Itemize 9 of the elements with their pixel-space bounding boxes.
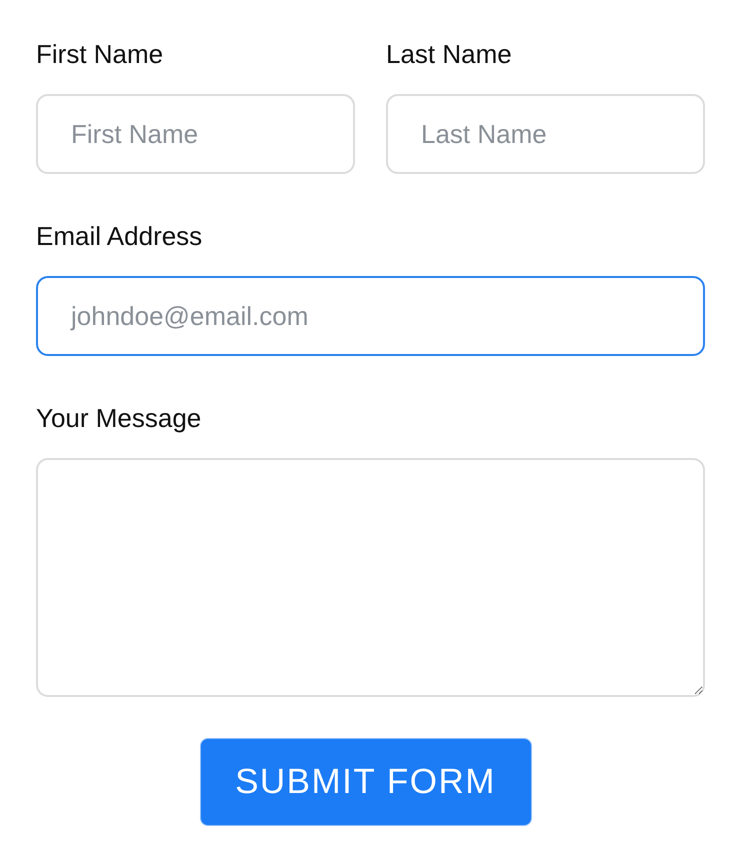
text-input-field[interactable]: First Name bbox=[36, 94, 355, 174]
field-label: First Name bbox=[36, 38, 164, 71]
field-label: Email Address bbox=[36, 220, 204, 253]
email-input-field[interactable]: johndoe@email.com bbox=[36, 276, 705, 356]
message-textarea[interactable] bbox=[36, 458, 705, 697]
field-label: Your Message bbox=[36, 402, 202, 435]
submit-button[interactable]: SUBMIT FORM bbox=[200, 738, 532, 826]
text-input-field[interactable]: Last Name bbox=[386, 94, 705, 174]
field-label: Last Name bbox=[386, 38, 513, 71]
